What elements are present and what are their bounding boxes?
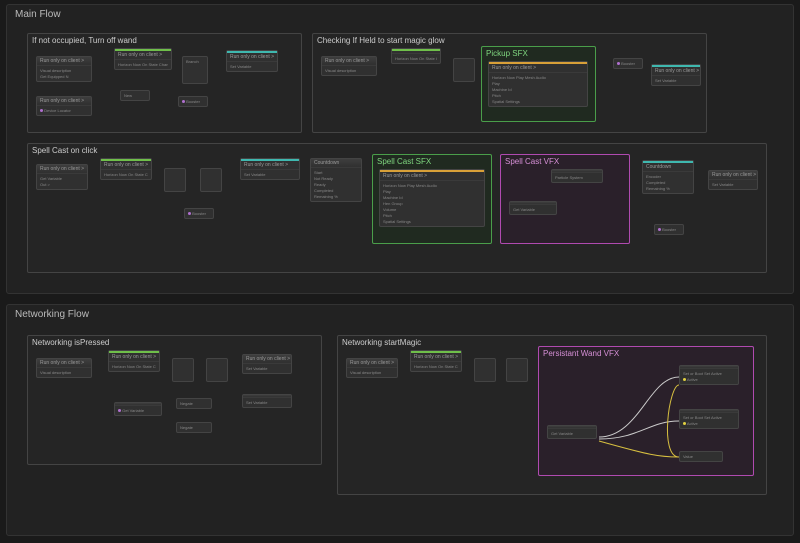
node-play-audio-2[interactable]: Run only on client > Horizon Now Play Me… [379,169,485,227]
node-get-var-spell[interactable]: Run only on client > Get VariableOut > [36,164,88,190]
comment-check-held[interactable]: Checking If Held to start magic glow Run… [312,33,707,133]
comment-title: If not occupied, Turn off wand [28,34,301,47]
node-get-var-vfx2[interactable]: Get Variable [547,425,597,439]
node-branch-2[interactable] [453,58,475,82]
comment-net-start[interactable]: Networking startMagic Run only on client… [337,335,767,495]
node-branch-8[interactable] [506,358,528,382]
node-booster-1[interactable]: Booster [178,96,208,107]
node-branch-5[interactable] [172,358,194,382]
node-on-state-change-5[interactable]: Run only on client > Horizon Now On Stat… [410,350,462,372]
node-set-var-net1[interactable]: Run only on client > Set Variable [242,354,292,374]
section-main-flow: Main Flow If not occupied, Turn off wand… [6,4,794,294]
node-on-state-change-2[interactable]: Horizon Now On State Change and [391,48,441,64]
node-negate-2[interactable]: Negate [176,422,212,433]
node-play-audio-1[interactable]: Run only on client > Horizon Now Play Me… [488,61,588,107]
node-set-active-2[interactable]: Set or Boot Set Active Active [679,409,739,429]
node-branch-1[interactable]: Branch [182,56,208,84]
node-net-event-2[interactable]: Run only on client > Visual description [346,358,398,378]
comment-spell-vfx[interactable]: Spell Cast VFX Particle System Get Varia… [500,154,630,244]
node-countdown-1[interactable]: Run only on client > Set Variable [240,158,300,180]
comment-net-pressed[interactable]: Networking isPressed Run only on client … [27,335,322,465]
comment-pickup-sfx[interactable]: Pickup SFX Run only on client > Horizon … [481,46,596,122]
node-particle-1[interactable]: Particle System [551,169,603,183]
node-branch-4[interactable] [200,168,222,192]
node-get-var-net1[interactable]: Get Variable [114,402,162,416]
comment-title: Spell Cast VFX [501,155,629,168]
node-on-state-change-1[interactable]: Run only on client > Horizon Now On Stat… [114,48,172,70]
comment-title: Pickup SFX [482,47,595,60]
comment-wand-off[interactable]: If not occupied, Turn off wand Run only … [27,33,302,133]
node-device-locator[interactable]: Run only on client > Device Locator [36,96,92,116]
section-networking-flow: Networking Flow Networking isPressed Run… [6,304,794,536]
node-booster-4[interactable]: Booster [654,224,684,235]
comment-title: Persistant Wand VFX [539,347,753,360]
node-get-var-vfx[interactable]: Get Variable [509,201,557,215]
node-branch-6[interactable] [206,358,228,382]
node-new[interactable]: New [120,90,150,101]
node-net-event-1[interactable]: Run only on client > Visual description [36,358,92,378]
node-countdown-2[interactable]: Countdown Start Not Ready Ready Complete… [310,158,362,202]
node-set-variable-1[interactable]: Run only on client > Set Variable [226,50,278,72]
node-event-held[interactable]: Run only on client > Visual description [321,56,377,76]
node-set-var-end[interactable]: Run only on client > Set Variable [708,170,758,190]
section-title-main: Main Flow [7,5,793,24]
node-set-variable-2[interactable]: Run only on client > Set Variable [651,64,701,86]
node-on-state-change-4[interactable]: Run only on client > Horizon Now On Stat… [108,350,160,372]
node-branch-3[interactable] [164,168,186,192]
node-countdown-3[interactable]: Countdown Encoder Completed Remaining % [642,160,694,194]
comment-persist-vfx[interactable]: Persistant Wand VFX Get Variable Set or … [538,346,754,476]
comment-title: Spell Cast SFX [373,155,491,168]
comment-title: Networking isPressed [28,336,321,349]
comment-spell-click[interactable]: Spell Cast on click Run only on client >… [27,143,767,273]
node-value[interactable]: Value [679,451,723,462]
node-booster-3[interactable]: Booster [184,208,214,219]
node-set-active-1[interactable]: Set or Boot Set Active Active [679,365,739,385]
node-set-var-net2[interactable]: Set Variable [242,394,292,408]
node-booster-2[interactable]: Booster [613,58,643,69]
node-get-equipped[interactable]: Run only on client > Visual description … [36,56,92,82]
section-title-networking: Networking Flow [7,305,793,324]
comment-spell-sfx[interactable]: Spell Cast SFX Run only on client > Hori… [372,154,492,244]
node-negate-1[interactable]: Negate [176,398,212,409]
node-branch-7[interactable] [474,358,496,382]
node-on-state-change-3[interactable]: Run only on client > Horizon Now On Stat… [100,158,152,180]
